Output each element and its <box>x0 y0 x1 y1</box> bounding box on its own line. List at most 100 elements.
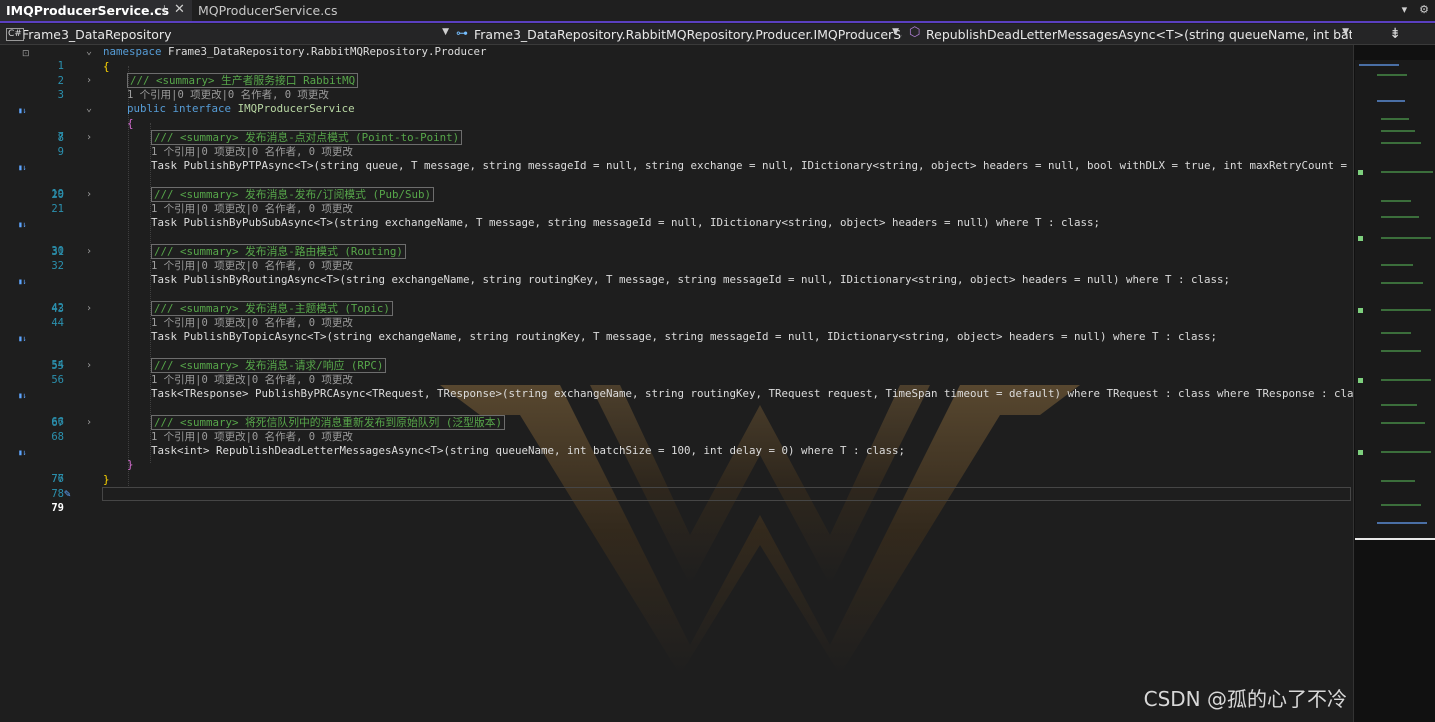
implementation-indicator-icon[interactable]: ▮⇂ <box>18 218 27 232</box>
chevron-down-icon: ▼ <box>1342 27 1349 37</box>
collapsed-summary[interactable]: /// <summary> 生产者服务接口 RabbitMQ <box>127 73 359 88</box>
code-line[interactable]: ▮⇂ 54 Task PublishByTopicAsync<T>(string… <box>0 330 1353 371</box>
keyword: public <box>127 102 167 115</box>
implementation-indicator-icon[interactable]: ▮⇂ <box>18 161 27 175</box>
tab-mqproducerservice[interactable]: MQProducerService.cs <box>192 0 374 21</box>
code-line[interactable]: 2 { <box>0 60 1353 87</box>
minimap-scrollbar[interactable] <box>1353 45 1435 722</box>
watermark: CSDN @孤的心了不冷 <box>1143 687 1347 711</box>
keyword: interface <box>172 102 232 115</box>
codelens-info[interactable]: 1 个引用|0 项更改|0 名作者, 0 项更改 <box>151 373 353 387</box>
implementation-indicator-icon[interactable]: ▮⇂ <box>18 275 27 289</box>
brace: { <box>127 117 134 130</box>
expand-icon[interactable]: › <box>86 131 92 145</box>
split-window-icon[interactable]: ⇟ <box>1389 26 1401 42</box>
codelens-line: 1 个引用|0 项更改|0 名作者, 0 项更改 <box>0 316 1353 330</box>
csharp-project-icon: C# <box>6 28 24 41</box>
implementation-indicator-icon[interactable]: ▮⇂ <box>18 332 27 346</box>
codelens-info[interactable]: 1 个引用|0 项更改|0 名作者, 0 项更改 <box>127 88 329 102</box>
codelens-info[interactable]: 1 个引用|0 项更改|0 名作者, 0 项更改 <box>151 145 353 159</box>
collapsed-summary[interactable]: /// <summary> 发布消息-路由模式 (Routing) <box>151 244 406 259</box>
method-declaration: Task PublishByRoutingAsync<T>(string exc… <box>151 273 1231 286</box>
code-line[interactable]: 43 <box>0 288 1353 315</box>
method-declaration: Task<TResponse> PublishByPRCAsync<TReque… <box>151 387 1353 400</box>
code-line[interactable]: ▮⇂ 42 Task PublishByRoutingAsync<T>(stri… <box>0 273 1353 314</box>
code-line[interactable]: 20 <box>0 174 1353 201</box>
code-line[interactable]: ▮⇂ 30 Task PublishByPubSubAsync<T>(strin… <box>0 216 1353 257</box>
brace: } <box>127 458 134 471</box>
project-label: Frame3_DataRepository <box>22 27 172 42</box>
code-line[interactable]: ▮⇂ 7 ⌄ public interface IMQProducerServi… <box>0 102 1353 143</box>
method-declaration: Task PublishByTopicAsync<T>(string excha… <box>151 330 1218 343</box>
expand-icon[interactable]: › <box>86 359 92 373</box>
code-line[interactable]: 67 <box>0 402 1353 429</box>
code-line[interactable]: 56 › /// <summary> 发布消息-请求/响应 (RPC) <box>0 358 1353 386</box>
expand-icon[interactable]: › <box>86 74 92 88</box>
codelens-line: 1 个引用|0 项更改|0 名作者, 0 项更改 <box>0 202 1353 216</box>
member-dropdown[interactable]: ⬡ RepublishDeadLetterMessagesAsync<T>(st… <box>906 25 1352 44</box>
code-line-current[interactable]: 79 ✎ <box>0 487 1353 514</box>
navigation-bar: C# Frame3_DataRepository ▼ ⊶ Frame3_Data… <box>0 24 1435 45</box>
code-line[interactable]: 78 } <box>0 473 1353 500</box>
expand-icon[interactable]: › <box>86 416 92 430</box>
codelens-line: 1 个引用|0 项更改|0 名作者, 0 项更改 <box>0 145 1353 159</box>
code-line[interactable]: 55 <box>0 345 1353 372</box>
expand-icon[interactable]: › <box>86 302 92 316</box>
tab-imqproducerservice[interactable]: IMQProducerService.cs ⊣ ✕ <box>0 0 192 21</box>
code-line[interactable]: 9 › /// <summary> 发布消息-点对点模式 (Point-to-P… <box>0 130 1353 158</box>
implementation-indicator-icon[interactable]: ▮⇂ <box>18 389 27 403</box>
code-line[interactable]: 31 <box>0 231 1353 258</box>
collapsed-summary[interactable]: /// <summary> 将死信队列中的消息重新发布到原始队列 (泛型版本) <box>151 415 506 430</box>
interface-icon: ⊶ <box>456 26 468 40</box>
method-declaration: Task PublishByPubSubAsync<T>(string exch… <box>151 216 1101 229</box>
code-line[interactable]: 44 › /// <summary> 发布消息-主题模式 (Topic) <box>0 301 1353 329</box>
member-label: RepublishDeadLetterMessagesAsync<T>(stri… <box>926 27 1352 42</box>
project-dropdown[interactable]: C# Frame3_DataRepository ▼ <box>4 25 452 44</box>
collapsed-summary[interactable]: /// <summary> 发布消息-点对点模式 (Point-to-Point… <box>151 130 463 145</box>
collapsed-summary[interactable]: /// <summary> 发布消息-发布/订阅模式 (Pub/Sub) <box>151 187 434 202</box>
document-tab-strip: IMQProducerService.cs ⊣ ✕ MQProducerServ… <box>0 0 1435 23</box>
collapsed-summary[interactable]: /// <summary> 发布消息-请求/响应 (RPC) <box>151 358 387 373</box>
type-label: Frame3_DataRepository.RabbitMQRepository… <box>474 27 902 42</box>
collapse-icon[interactable]: ⌄ <box>86 102 92 116</box>
pin-icon[interactable]: ⊣ <box>156 3 166 16</box>
codelens-line: 1 个引用|0 项更改|0 名作者, 0 项更改 <box>0 259 1353 273</box>
collapsed-summary[interactable]: /// <summary> 发布消息-主题模式 (Topic) <box>151 301 393 316</box>
codelens-info[interactable]: 1 个引用|0 项更改|0 名作者, 0 项更改 <box>151 430 353 444</box>
code-line[interactable]: 3 › /// <summary> 生产者服务接口 RabbitMQ <box>0 73 1353 101</box>
expand-icon[interactable]: › <box>86 188 92 202</box>
brace: } <box>103 473 110 486</box>
code-line[interactable]: 32 › /// <summary> 发布消息-路由模式 (Routing) <box>0 244 1353 272</box>
tab-label: MQProducerService.cs <box>198 3 338 18</box>
line-number: 79 <box>51 502 64 514</box>
close-icon[interactable]: ✕ <box>174 2 185 17</box>
codelens-line: 1 个引用|0 项更改|0 名作者, 0 项更改 <box>0 373 1353 387</box>
quick-action-brush-icon[interactable]: ✎ <box>64 487 71 501</box>
collapse-icon[interactable]: ⌄ <box>86 45 92 59</box>
codelens-info[interactable]: 1 个引用|0 项更改|0 名作者, 0 项更改 <box>151 202 353 216</box>
code-line[interactable]: 77 } <box>0 458 1353 485</box>
chevron-down-icon: ▼ <box>442 27 449 37</box>
code-editor[interactable]: ⊡ 1 ⌄ namespace Frame3_DataRepository.Ra… <box>0 45 1353 722</box>
method-declaration: Task PublishByPTPAsync<T>(string queue, … <box>151 159 1353 172</box>
type-dropdown[interactable]: ⊶ Frame3_DataRepository.RabbitMQReposito… <box>454 25 902 44</box>
code-line[interactable]: 68 › /// <summary> 将死信队列中的消息重新发布到原始队列 (泛… <box>0 415 1353 443</box>
codelens-info[interactable]: 1 个引用|0 项更改|0 名作者, 0 项更改 <box>151 259 353 273</box>
code-line[interactable]: ▮⇂ 66 Task<TResponse> PublishByPRCAsync<… <box>0 387 1353 428</box>
keyword: namespace <box>103 45 162 58</box>
codelens-info[interactable]: 1 个引用|0 项更改|0 名作者, 0 项更改 <box>151 316 353 330</box>
gear-icon[interactable]: ⚙ <box>1419 3 1429 16</box>
method-declaration: Task<int> RepublishDeadLetterMessagesAsy… <box>151 444 906 457</box>
tab-list-dropdown-icon[interactable]: ▾ <box>1402 3 1408 16</box>
code-line[interactable]: ▮⇂ 19 Task PublishByPTPAsync<T>(string q… <box>0 159 1353 200</box>
expand-icon[interactable]: › <box>86 245 92 259</box>
code-line[interactable]: 1 ⌄ namespace Frame3_DataRepository.Rabb… <box>0 45 1353 72</box>
codelens-line: 1 个引用|0 项更改|0 名作者, 0 项更改 <box>0 430 1353 444</box>
implementation-indicator-icon[interactable]: ▮⇂ <box>18 104 27 118</box>
brace: { <box>103 60 110 73</box>
code-line[interactable]: ▮⇂ 76 Task<int> RepublishDeadLetterMessa… <box>0 444 1353 485</box>
code-line[interactable]: 21 › /// <summary> 发布消息-发布/订阅模式 (Pub/Sub… <box>0 187 1353 215</box>
minimap-viewport[interactable] <box>1355 60 1435 540</box>
namespace-name: Frame3_DataRepository.RabbitMQRepository… <box>168 45 487 58</box>
code-line[interactable]: 8 { <box>0 117 1353 144</box>
